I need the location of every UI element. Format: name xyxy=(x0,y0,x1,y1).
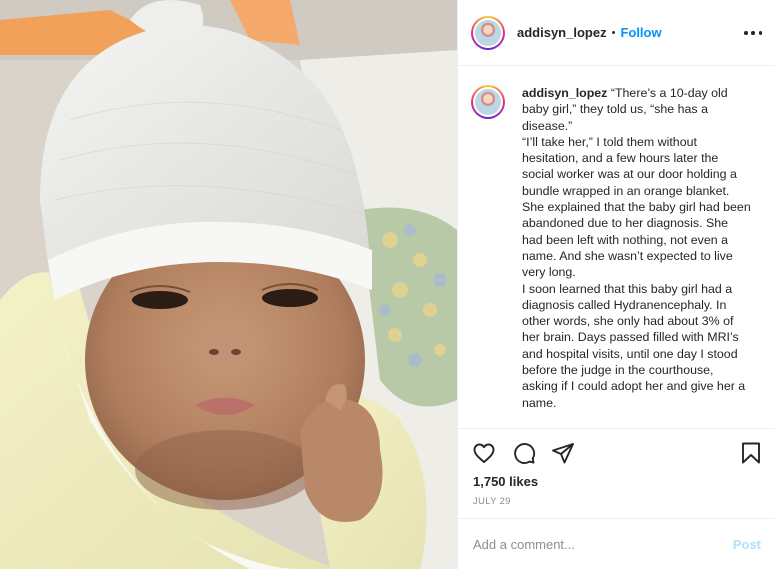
comment-icon[interactable] xyxy=(512,441,536,465)
bookmark-icon[interactable] xyxy=(739,441,763,465)
comment-bar: Post xyxy=(458,518,775,569)
likes-count[interactable]: 1,750 likes xyxy=(473,474,538,489)
more-options-icon[interactable] xyxy=(744,24,762,42)
heart-icon[interactable] xyxy=(472,441,496,465)
caption-line: “I’ll take her,” I told them without hes… xyxy=(522,134,751,280)
post-comment-button[interactable]: Post xyxy=(733,537,761,552)
caption-username[interactable]: addisyn_lopez xyxy=(522,86,607,100)
author-avatar[interactable] xyxy=(471,15,505,50)
caption-line: I soon learned that this baby girl had a… xyxy=(522,281,746,410)
actions-area: 1,750 likes JULY 29 xyxy=(458,428,775,518)
post-header: addisyn_lopez • Follow xyxy=(458,0,775,66)
caption-area: addisyn_lopez “There’s a 10-day old baby… xyxy=(458,67,775,428)
separator-dot: • xyxy=(611,26,616,39)
post-date[interactable]: JULY 29 xyxy=(473,496,511,507)
baby-photo-illustration xyxy=(0,0,457,569)
follow-button[interactable]: Follow xyxy=(620,25,661,40)
author-username[interactable]: addisyn_lopez xyxy=(517,25,607,40)
post-sidebar: addisyn_lopez • Follow addisyn_lopez “Th… xyxy=(457,0,775,569)
caption-text: addisyn_lopez “There’s a 10-day old baby… xyxy=(522,85,752,428)
share-icon[interactable] xyxy=(551,441,575,465)
comment-input[interactable] xyxy=(473,536,713,552)
caption-avatar[interactable] xyxy=(471,85,505,119)
post-photo[interactable] xyxy=(0,0,457,569)
